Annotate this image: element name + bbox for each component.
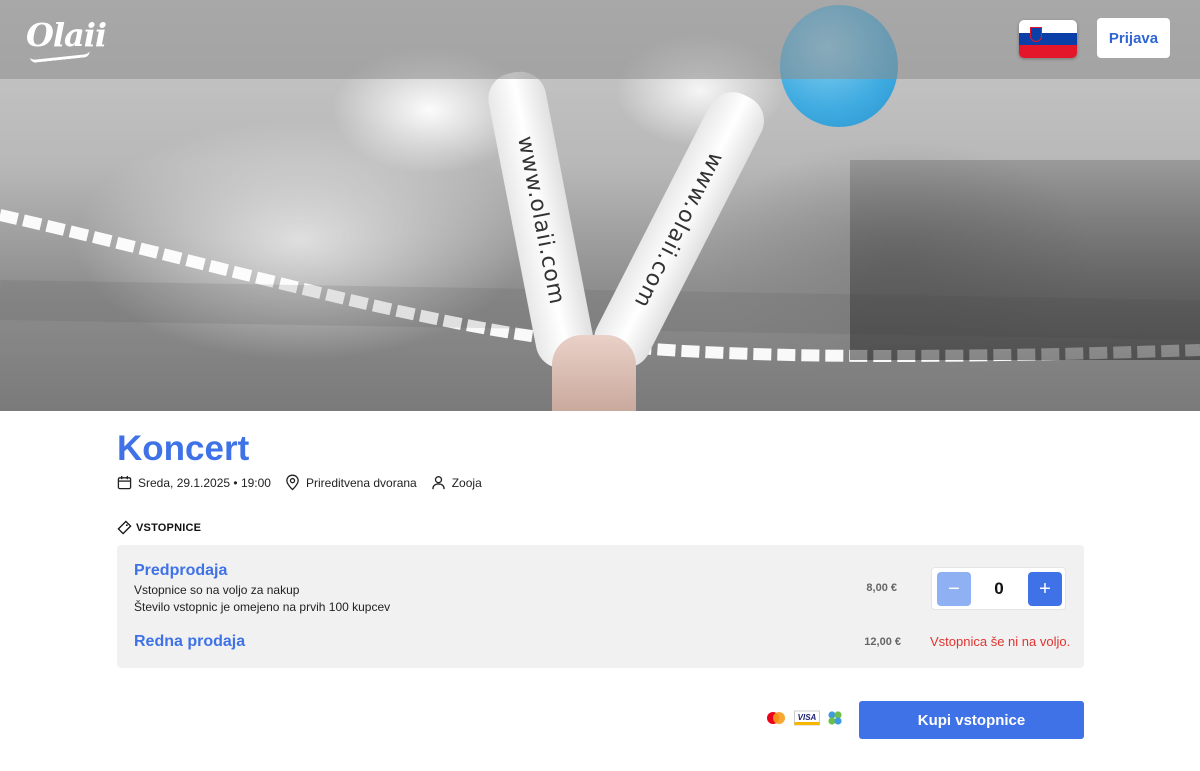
event-title: Koncert — [117, 429, 250, 468]
language-flag-icon[interactable] — [1019, 20, 1077, 58]
clover-icon — [828, 711, 842, 725]
visa-icon: VISA — [794, 710, 820, 726]
location-pin-icon — [286, 474, 299, 491]
ticket-name: Redna prodaja — [134, 633, 246, 650]
increase-button[interactable]: + — [1028, 572, 1062, 606]
calendar-icon — [117, 475, 132, 490]
top-bar: Olaii Prijava — [0, 0, 1200, 79]
payment-methods: VISA — [764, 709, 850, 727]
login-button[interactable]: Prijava — [1097, 18, 1170, 58]
ticket-price: 8,00 € — [866, 582, 897, 594]
arena-stand — [850, 160, 1200, 360]
event-date: Sreda, 29.1.2025 • 19:00 — [117, 475, 271, 490]
ticket-status: Vstopnica še ni na voljo. — [930, 634, 1071, 649]
ticket-description: Vstopnice so na voljo za nakup — [134, 583, 300, 597]
event-venue[interactable]: Prireditvena dvorana — [285, 474, 417, 491]
ticket-price: 12,00 € — [864, 636, 901, 648]
logo[interactable]: Olaii — [26, 16, 107, 54]
buy-tickets-button[interactable]: Kupi vstopnice — [859, 701, 1084, 739]
hand — [552, 335, 636, 411]
mastercard-icon — [767, 712, 785, 724]
user-icon — [431, 476, 445, 490]
decrease-button[interactable]: − — [937, 572, 971, 606]
ticket-description: Število vstopnic je omejeno na prvih 100… — [134, 600, 391, 614]
svg-text:VISA: VISA — [798, 713, 817, 722]
quantity-value[interactable]: 0 — [976, 579, 1022, 599]
tickets-section-label: VSTOPNICE — [117, 520, 201, 535]
event-organizer[interactable]: Zooja — [431, 475, 482, 490]
quantity-stepper: − 0 + — [931, 567, 1066, 610]
event-meta: Sreda, 29.1.2025 • 19:00 Prireditvena dv… — [117, 474, 496, 491]
ticket-name: Predprodaja — [134, 562, 228, 579]
ticket-icon — [117, 520, 132, 535]
tickets-panel: Predprodaja Vstopnice so na voljo za nak… — [117, 545, 1084, 668]
flag-crest — [1030, 27, 1042, 42]
